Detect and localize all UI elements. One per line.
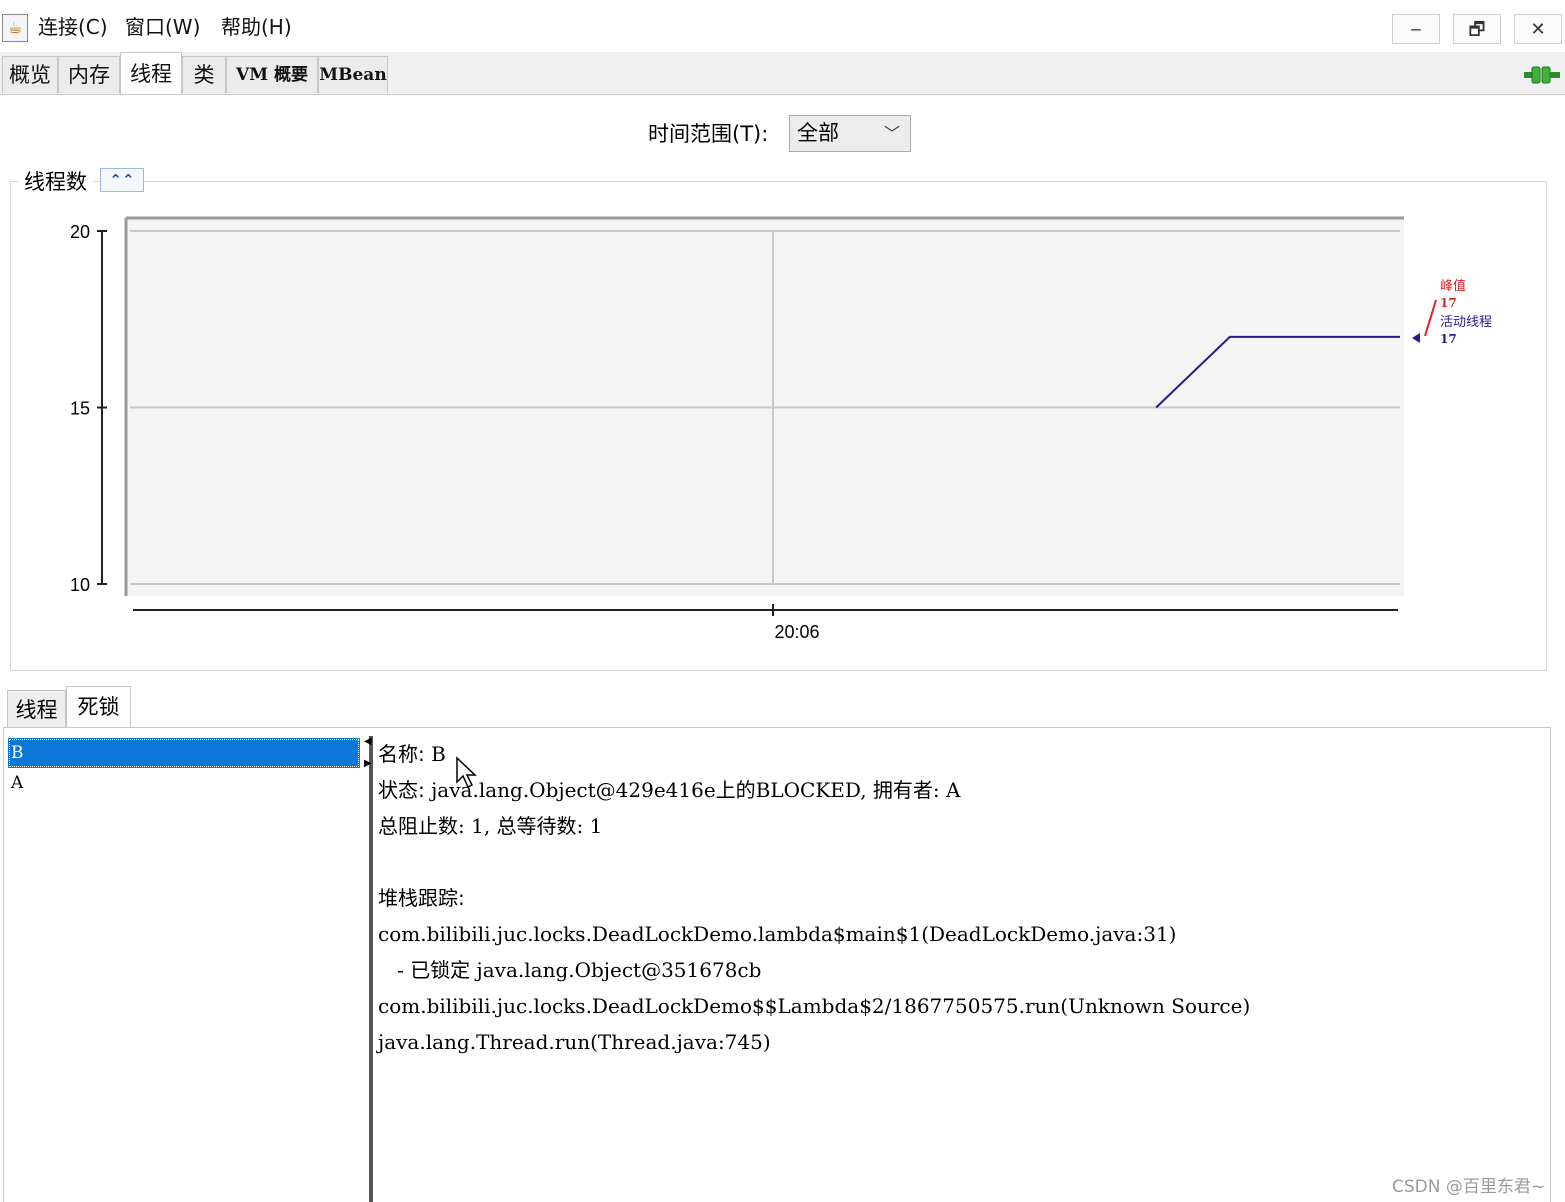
y-tick-label: 20 <box>70 222 90 242</box>
watermark-text: CSDN @百里东君~ <box>1392 1177 1546 1197</box>
y-tick-label: 10 <box>70 575 90 595</box>
live-marker <box>1412 333 1420 343</box>
state-value: java.lang.Object@429e416e上的BLOCKED, 拥有者:… <box>431 778 961 802</box>
stack-trace-label: 堆栈跟踪: <box>378 886 465 910</box>
live-legend-value: 17 <box>1440 332 1457 346</box>
peak-legend-label: 峰值 <box>1440 278 1466 294</box>
stack-lock-info: - 已锁定 java.lang.Object@351678cb <box>378 958 762 982</box>
peak-legend-value: 17 <box>1440 296 1457 310</box>
peak-marker <box>1424 299 1437 337</box>
deadlock-thread-list[interactable]: B A <box>8 738 360 798</box>
name-label: 名称: <box>378 742 425 766</box>
live-legend-label: 活动线程 <box>1440 315 1492 330</box>
thread-count-chart: 20 15 10 20:06 峰值 17 活动线程 17 <box>70 216 1492 642</box>
tab-deadlock[interactable]: 死锁 <box>66 686 131 728</box>
x-tick-label: 20:06 <box>774 622 819 642</box>
stack-frame: java.lang.Thread.run(Thread.java:745) <box>378 1030 771 1054</box>
stack-frame: com.bilibili.juc.locks.DeadLockDemo$$Lam… <box>378 994 1251 1018</box>
state-label: 状态: <box>378 778 425 802</box>
mouse-cursor-icon <box>456 756 477 789</box>
counts-text: 总阻止数: 1, 总等待数: 1 <box>378 814 603 838</box>
tab-threads-list[interactable]: 线程 <box>7 690 66 728</box>
list-item[interactable]: B <box>8 738 360 768</box>
list-item[interactable]: A <box>8 768 360 798</box>
name-value: B <box>431 742 446 766</box>
split-left-arrow-icon[interactable]: ◀ <box>364 736 372 747</box>
split-divider[interactable] <box>369 736 373 1202</box>
thread-detail: 名称: B 状态: java.lang.Object@429e416e上的BLO… <box>378 739 1538 1063</box>
stack-frame: com.bilibili.juc.locks.DeadLockDemo.lamb… <box>378 922 1177 946</box>
y-tick-label: 15 <box>70 399 90 419</box>
split-right-arrow-icon[interactable]: ▶ <box>364 758 372 769</box>
